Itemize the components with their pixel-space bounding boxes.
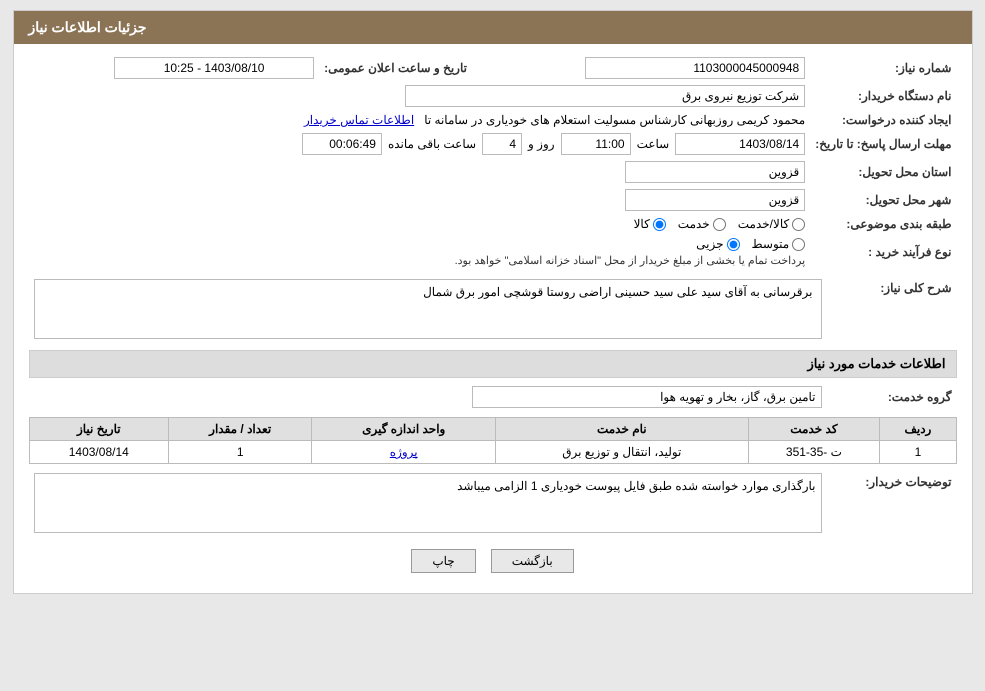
process-motavaset-label: متوسط [752,237,790,251]
order-number-label: شماره نیاز: [810,54,956,82]
category-kala-khedmat-label: کالا/خدمت [738,217,789,231]
description-cell: برقرسانی به آقای سید علی سید حسینی اراضی… [29,276,827,342]
buyer-notes-table: توضیحات خریدار: [29,470,957,539]
process-jozi-label: جزیی [696,237,723,251]
province-input[interactable] [625,161,805,183]
content-area: شماره نیاز: تاریخ و ساعت اعلان عمومی: نا… [14,44,972,593]
buyer-notes-label: توضیحات خریدار: [827,470,957,539]
table-row: 1 ت -35-351 تولید، انتقال و توزیع برق پر… [29,441,956,464]
service-group-label: گروه خدمت: [827,383,957,411]
date-label: تاریخ و ساعت اعلان عمومی: [319,54,472,82]
process-label: نوع فرآیند خرید : [810,234,956,270]
col-header-date: تاریخ نیاز [29,418,169,441]
services-table: ردیف کد خدمت نام خدمت واحد اندازه گیری ت… [29,417,957,464]
order-number-value [492,54,810,82]
category-khedmat-option[interactable]: خدمت [678,217,726,231]
services-section-header: اطلاعات خدمات مورد نیاز [29,350,957,378]
process-description: پرداخت تمام یا بخشی از مبلغ خریدار از مح… [34,254,806,267]
remaining-time-input[interactable] [302,133,382,155]
category-row: کالا/خدمت خدمت کالا [29,214,811,234]
page-container: جزئیات اطلاعات نیاز شماره نیاز: تاریخ و … [13,10,973,594]
col-header-unit: واحد اندازه گیری [312,418,496,441]
creator-text: محمود کریمی روزبهانی کارشناس مسولیت استع… [424,113,805,127]
col-header-quantity: تعداد / مقدار [169,418,312,441]
description-label: شرح کلی نیاز: [827,276,957,342]
remaining-label: ساعت باقی مانده [388,137,476,151]
back-button[interactable]: بازگشت [491,549,574,573]
order-number-input[interactable] [585,57,805,79]
deadline-days-label: روز و [528,137,555,151]
creator-link[interactable]: اطلاعات تماس خریدار [304,113,414,127]
buyer-input[interactable] [405,85,805,107]
order-info-table: شماره نیاز: تاریخ و ساعت اعلان عمومی: نا… [29,54,957,270]
deadline-time-label: ساعت [637,137,670,151]
category-kala-label: کالا [634,217,650,231]
deadline-date-input[interactable] [675,133,805,155]
service-group-input[interactable] [472,386,822,408]
creator-value: محمود کریمی روزبهانی کارشناس مسولیت استع… [29,110,811,130]
city-input[interactable] [625,189,805,211]
description-table: شرح کلی نیاز: برقرسانی به آقای سید علی س… [29,276,957,342]
category-khedmat-radio[interactable] [713,218,726,231]
col-header-name: نام خدمت [496,418,748,441]
cell-unit[interactable]: پروژه [312,441,496,464]
buyer-notes-textarea[interactable] [34,473,822,533]
date-input[interactable] [114,57,314,79]
buyer-notes-cell [29,470,827,539]
cell-quantity: 1 [169,441,312,464]
creator-label: ایجاد کننده درخواست: [810,110,956,130]
buttons-row: بازگشت چاپ [29,549,957,573]
cell-name: تولید، انتقال و توزیع برق [496,441,748,464]
category-khedmat-label: خدمت [678,217,710,231]
province-value [29,158,811,186]
date-value [29,54,320,82]
page-header: جزئیات اطلاعات نیاز [14,11,972,44]
cell-date: 1403/08/14 [29,441,169,464]
process-jozi-radio[interactable] [727,238,740,251]
process-motavaset-radio[interactable] [792,238,805,251]
category-kala-khedmat-option[interactable]: کالا/خدمت [738,217,805,231]
col-header-code: کد خدمت [748,418,880,441]
buyer-value [29,82,811,110]
page-title: جزئیات اطلاعات نیاز [29,19,147,35]
deadline-time-input[interactable] [561,133,631,155]
service-group-table: گروه خدمت: [29,383,957,411]
city-value [29,186,811,214]
province-label: استان محل تحویل: [810,158,956,186]
process-row: متوسط جزیی پرداخت تمام یا بخشی از مبلغ خ… [29,234,811,270]
category-kala-khedmat-radio[interactable] [792,218,805,231]
cell-row: 1 [880,441,956,464]
service-group-value [29,383,827,411]
category-kala-option[interactable]: کالا [634,217,666,231]
deadline-days-input[interactable] [482,133,522,155]
category-kala-radio[interactable] [653,218,666,231]
deadline-label: مهلت ارسال پاسخ: تا تاریخ: [810,130,956,158]
deadline-row: ساعت روز و ساعت باقی مانده [29,130,811,158]
process-jozi-option[interactable]: جزیی [696,237,739,251]
print-button[interactable]: چاپ [411,549,475,573]
description-text: برقرسانی به آقای سید علی سید حسینی اراضی… [423,285,812,299]
col-header-row: ردیف [880,418,956,441]
cell-code: ت -35-351 [748,441,880,464]
category-label: طبقه بندی موضوعی: [810,214,956,234]
buyer-label: نام دستگاه خریدار: [810,82,956,110]
city-label: شهر محل تحویل: [810,186,956,214]
description-box: برقرسانی به آقای سید علی سید حسینی اراضی… [34,279,822,339]
process-motavaset-option[interactable]: متوسط [752,237,806,251]
